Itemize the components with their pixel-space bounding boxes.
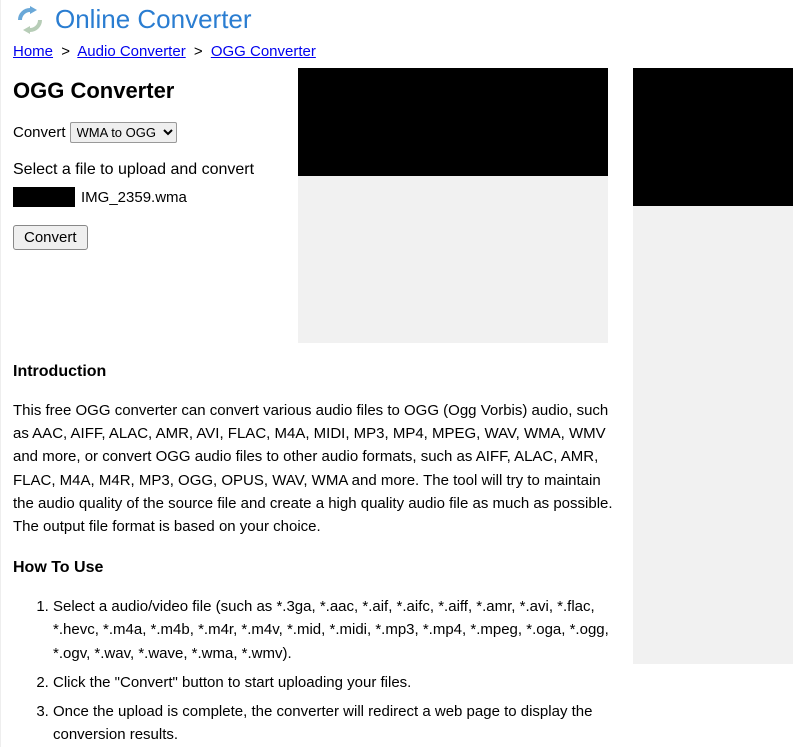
breadcrumb: Home > Audio Converter > OGG Converter bbox=[13, 43, 796, 60]
convert-label: Convert bbox=[13, 124, 66, 141]
howto-step: Select a audio/video file (such as *.3ga… bbox=[53, 595, 623, 665]
site-title[interactable]: Online Converter bbox=[55, 4, 252, 35]
convert-button[interactable]: Convert bbox=[13, 225, 88, 250]
breadcrumb-home[interactable]: Home bbox=[13, 43, 53, 60]
intro-heading: Introduction bbox=[13, 360, 623, 385]
ad-main bbox=[298, 68, 608, 343]
breadcrumb-audio[interactable]: Audio Converter bbox=[77, 43, 185, 60]
format-select[interactable]: WMA to OGG bbox=[70, 122, 177, 143]
breadcrumb-ogg[interactable]: OGG Converter bbox=[211, 43, 316, 60]
ad-side bbox=[633, 68, 793, 664]
howto-step: Click the "Convert" button to start uplo… bbox=[53, 671, 623, 694]
site-header: Online Converter bbox=[13, 0, 796, 41]
breadcrumb-sep: > bbox=[194, 43, 203, 60]
howto-step: Once the upload is complete, the convert… bbox=[53, 700, 623, 747]
howto-heading: How To Use bbox=[13, 556, 623, 581]
intro-body: This free OGG converter can convert vari… bbox=[13, 399, 623, 539]
selected-filename: IMG_2359.wma bbox=[81, 189, 187, 206]
howto-list: Select a audio/video file (such as *.3ga… bbox=[13, 595, 623, 747]
ad-side-banner bbox=[633, 68, 793, 206]
refresh-icon bbox=[13, 6, 47, 34]
ad-main-banner bbox=[298, 68, 608, 176]
file-chooser-button[interactable] bbox=[13, 187, 75, 207]
breadcrumb-sep: > bbox=[61, 43, 70, 60]
